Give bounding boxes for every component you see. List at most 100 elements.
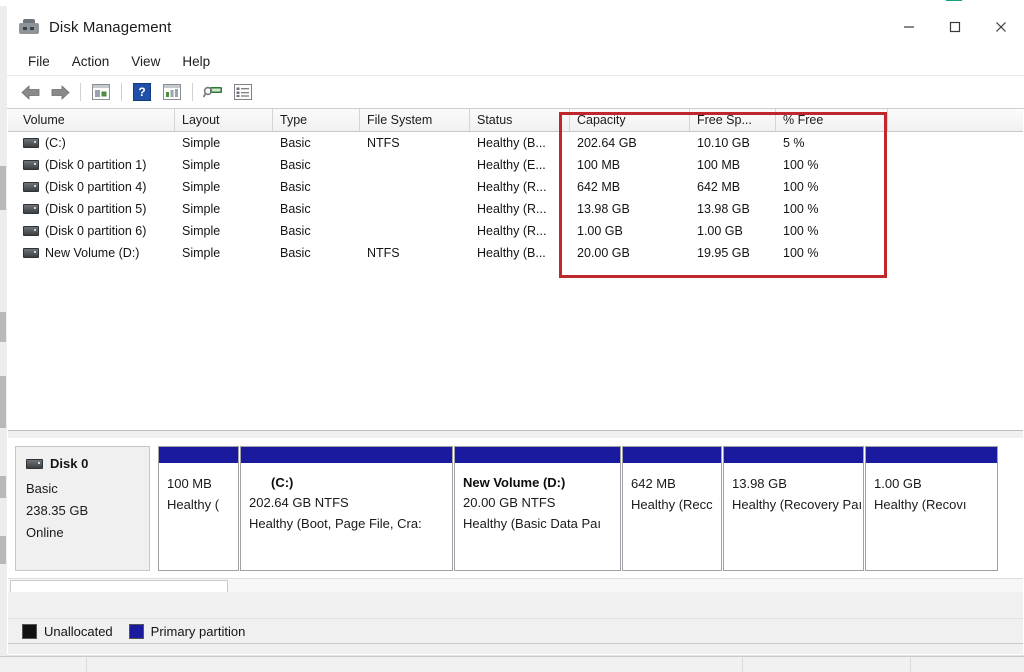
legend-swatch-unallocated (22, 624, 37, 639)
rescan-disks-icon[interactable] (198, 79, 228, 105)
table-row[interactable]: (Disk 0 partition 4) Simple Basic Health… (8, 176, 1023, 198)
window-controls (886, 6, 1024, 48)
partition-name: New Volume (D:) (463, 473, 620, 492)
partition-block[interactable]: 1.00 GB Healthy (Recovı (865, 446, 998, 571)
toolbar: ? (7, 76, 1024, 109)
cell-layout: Simple (175, 198, 273, 220)
titlebar: Disk Management (7, 6, 1024, 48)
cell-layout: Simple (175, 154, 273, 176)
cell-capacity: 642 MB (570, 176, 690, 198)
table-row[interactable]: (C:) Simple Basic NTFS Healthy (B... 202… (8, 132, 1023, 154)
partition-block[interactable]: (C:) 202.64 GB NTFS Healthy (Boot, Page … (240, 446, 453, 571)
cell-free-space: 10.10 GB (690, 132, 776, 154)
forward-arrow-icon[interactable] (45, 79, 75, 105)
partition-block[interactable]: 642 MB Healthy (Recc (622, 446, 722, 571)
edge-nub-e[interactable] (0, 536, 6, 564)
cell-status: Healthy (R... (470, 198, 570, 220)
back-arrow-icon[interactable] (15, 79, 45, 105)
legend-area: Unallocated Primary partition (8, 592, 1023, 654)
minimize-icon[interactable] (886, 6, 932, 48)
window-title: Disk Management (49, 19, 171, 36)
volume-list-pane: Volume Layout Type File System Status Ca… (8, 108, 1023, 431)
cell-file-system (360, 220, 470, 242)
cell-volume-label: (C:) (45, 136, 66, 150)
column-header-free-space[interactable]: Free Sp... (690, 109, 776, 131)
show-hide-console-tree-icon[interactable] (86, 79, 116, 105)
column-header-type[interactable]: Type (273, 109, 360, 131)
menu-item-help[interactable]: Help (171, 51, 221, 72)
disk-icon (26, 459, 43, 469)
partition-block[interactable]: 100 MB Healthy ( (158, 446, 239, 571)
cell-free-space: 13.98 GB (690, 198, 776, 220)
disk-graphical-pane: Disk 0 Basic 238.35 GB Online 100 MB Hea… (8, 438, 1023, 578)
edge-nub-c[interactable] (0, 376, 6, 428)
column-header-percent-free[interactable]: % Free (776, 109, 888, 131)
menu-item-action[interactable]: Action (61, 51, 121, 72)
cell-status: Healthy (R... (470, 176, 570, 198)
cell-type: Basic (273, 220, 360, 242)
disk-state: Online (26, 522, 149, 544)
cell-layout: Simple (175, 220, 273, 242)
volume-list-header: Volume Layout Type File System Status Ca… (8, 109, 1023, 132)
cell-file-system (360, 154, 470, 176)
cell-type: Basic (273, 176, 360, 198)
cell-free-space: 642 MB (690, 176, 776, 198)
edge-nub-b[interactable] (0, 312, 6, 342)
cell-volume-label: (Disk 0 partition 4) (45, 180, 146, 194)
edge-nub-a[interactable] (0, 166, 6, 210)
toolbar-separator-2 (121, 83, 122, 101)
legend-item-unallocated: Unallocated (22, 624, 113, 639)
column-header-layout[interactable]: Layout (175, 109, 273, 131)
menu-item-view[interactable]: View (120, 51, 171, 72)
help-icon[interactable]: ? (127, 79, 157, 105)
edge-nub-d[interactable] (0, 476, 6, 498)
cell-percent-free: 100 % (776, 154, 888, 176)
legend-item-primary-partition: Primary partition (129, 624, 246, 639)
cell-percent-free: 5 % (776, 132, 888, 154)
cell-volume-label: (Disk 0 partition 1) (45, 158, 146, 172)
table-row[interactable]: (Disk 0 partition 5) Simple Basic Health… (8, 198, 1023, 220)
all-tasks-icon[interactable] (228, 79, 258, 105)
disk-info-panel[interactable]: Disk 0 Basic 238.35 GB Online (15, 446, 150, 571)
column-header-filler[interactable] (888, 109, 1023, 131)
browser-accent-ghost (946, 0, 962, 1)
cell-capacity: 100 MB (570, 154, 690, 176)
cell-layout: Simple (175, 242, 273, 264)
taskbar-divider-3 (910, 657, 911, 672)
partition-block[interactable]: New Volume (D:) 20.00 GB NTFS Healthy (B… (454, 446, 621, 571)
cell-file-system (360, 176, 470, 198)
column-header-file-system[interactable]: File System (360, 109, 470, 131)
cell-percent-free: 100 % (776, 198, 888, 220)
volume-list-rows: (C:) Simple Basic NTFS Healthy (B... 202… (8, 132, 1023, 264)
volume-icon (23, 226, 39, 236)
disk-management-icon (19, 19, 39, 35)
toolbar-separator-3 (192, 83, 193, 101)
partition-status: Healthy (Recovery Paı (732, 494, 863, 515)
cell-percent-free: 100 % (776, 176, 888, 198)
volume-icon (23, 204, 39, 214)
cell-volume-label: (Disk 0 partition 6) (45, 224, 146, 238)
table-row[interactable]: New Volume (D:) Simple Basic NTFS Health… (8, 242, 1023, 264)
cell-volume: (C:) (16, 132, 175, 154)
table-row[interactable]: (Disk 0 partition 1) Simple Basic Health… (8, 154, 1023, 176)
horizontal-scrollbar[interactable] (8, 578, 1023, 593)
partition-status: Healthy (Boot, Page File, Cra: (249, 513, 452, 534)
partition-status: Healthy (Basic Data Paı (463, 513, 620, 534)
disk-title-row: Disk 0 (26, 456, 149, 471)
table-row[interactable]: (Disk 0 partition 6) Simple Basic Health… (8, 220, 1023, 242)
cell-free-space: 19.95 GB (690, 242, 776, 264)
partition-status: Healthy (Recc (631, 494, 721, 515)
column-header-volume[interactable]: Volume (16, 109, 175, 131)
disk-type: Basic (26, 478, 149, 500)
properties-icon[interactable] (157, 79, 187, 105)
maximize-icon[interactable] (932, 6, 978, 48)
taskbar-strip (0, 656, 1024, 672)
column-header-capacity[interactable]: Capacity (570, 109, 690, 131)
close-icon[interactable] (978, 6, 1024, 48)
disk-size: 238.35 GB (26, 500, 149, 522)
help-glyph: ? (133, 83, 151, 101)
legend-swatch-primary-partition (129, 624, 144, 639)
partition-block[interactable]: 13.98 GB Healthy (Recovery Paı (723, 446, 864, 571)
column-header-status[interactable]: Status (470, 109, 570, 131)
menu-item-file[interactable]: File (17, 51, 61, 72)
